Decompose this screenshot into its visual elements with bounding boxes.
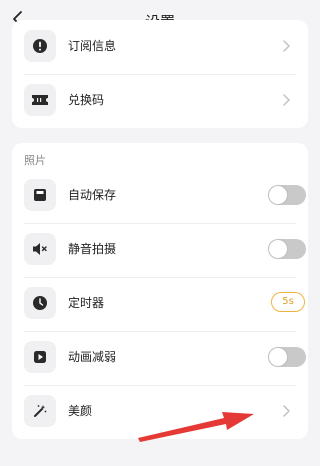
reduce-motion-icon-box [24, 341, 56, 373]
toggle-knob [269, 240, 287, 258]
chevron-right-icon [283, 40, 290, 52]
timer-value-button[interactable]: 5s [271, 292, 305, 312]
alert-icon [33, 39, 47, 53]
reduce-motion-row: 动画减弱 [12, 331, 308, 385]
mute-speaker-icon [33, 243, 47, 255]
ticket-icon [32, 95, 48, 105]
redeem-icon-box [24, 84, 56, 116]
reduce-motion-toggle[interactable] [268, 347, 306, 367]
redeem-code-label: 兑换码 [68, 93, 105, 107]
clock-icon [33, 296, 47, 310]
chevron-right-icon [283, 94, 290, 106]
save-icon [34, 189, 46, 201]
auto-save-icon-box [24, 179, 56, 211]
beauty-icon-box [24, 395, 56, 427]
silent-shot-icon-box [24, 233, 56, 265]
toggle-knob [269, 348, 287, 366]
silent-shot-toggle[interactable] [268, 239, 306, 259]
timer-icon-box [24, 287, 56, 319]
magic-wand-icon [34, 405, 47, 417]
reduce-motion-label: 动画减弱 [68, 350, 117, 364]
beauty-label: 美颜 [68, 404, 93, 418]
play-icon [34, 351, 46, 363]
auto-save-row: 自动保存 [12, 169, 308, 223]
photo-settings-card: 照片 自动保存 静音拍摄 定时器 5s 动画减弱 美颜 [12, 143, 308, 439]
timer-label: 定时器 [68, 296, 105, 310]
toggle-knob [269, 186, 287, 204]
timer-row: 定时器 5s [12, 277, 308, 331]
subscription-info-label: 订阅信息 [68, 39, 117, 53]
auto-save-toggle[interactable] [268, 185, 306, 205]
chevron-right-icon [283, 405, 290, 417]
beauty-row[interactable]: 美颜 [12, 385, 308, 439]
section-title-photo: 照片 [24, 154, 46, 167]
auto-save-label: 自动保存 [68, 188, 117, 202]
silent-shot-row: 静音拍摄 [12, 223, 308, 277]
redeem-code-row[interactable]: 兑换码 [12, 74, 308, 128]
silent-shot-label: 静音拍摄 [68, 242, 117, 256]
account-card: 订阅信息 兑换码 [12, 20, 308, 128]
subscription-icon-box [24, 30, 56, 62]
subscription-info-row[interactable]: 订阅信息 [12, 20, 308, 74]
